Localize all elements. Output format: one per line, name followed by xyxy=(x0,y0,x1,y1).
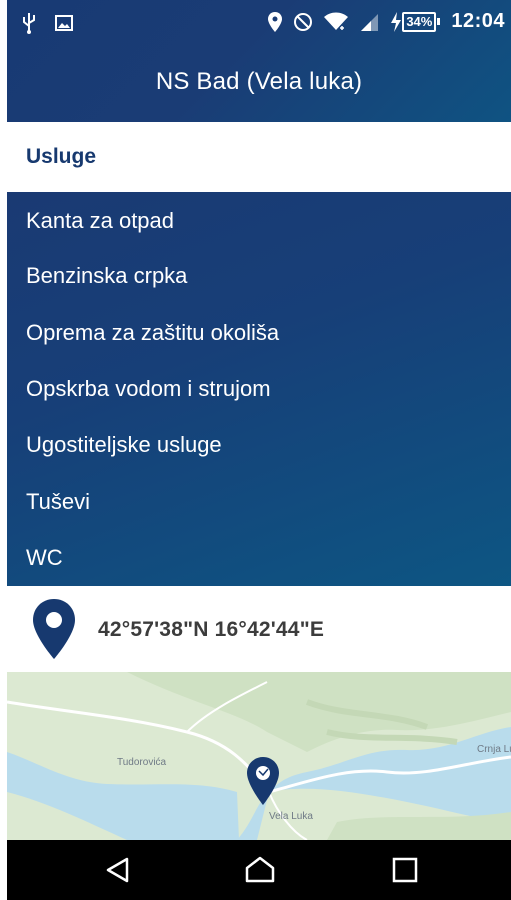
services-header-label: Usluge xyxy=(26,145,97,168)
page-title: NS Bad (Vela luka) xyxy=(155,68,363,95)
list-item[interactable]: Ugostiteljske usluge xyxy=(7,417,511,473)
app-screen: 34% 12:04 NS Bad (Vela luka) Usluge Kant… xyxy=(7,0,511,900)
status-bar: 34% 12:04 xyxy=(7,0,511,48)
map-label-tudorovica: Tudorovića xyxy=(117,757,167,768)
battery-level: 34% xyxy=(402,11,437,32)
list-item[interactable]: Tuševi xyxy=(7,473,511,529)
top-bar: 34% 12:04 NS Bad (Vela luka) xyxy=(7,0,511,122)
list-item[interactable]: Benzinska crpka xyxy=(7,248,511,304)
map-label-crnja-luka: Crnja Lu xyxy=(477,744,511,755)
services-header: Usluge xyxy=(7,122,511,192)
back-icon[interactable] xyxy=(103,855,133,890)
location-row[interactable]: 42°57'38"N 16°42'44"E xyxy=(7,586,511,672)
image-icon xyxy=(55,15,73,31)
usb-icon xyxy=(21,12,37,34)
wifi-icon xyxy=(324,12,349,32)
map-label-vela-luka: Vela Luka xyxy=(269,811,313,822)
coordinates-text: 42°57'38"N 16°42'44"E xyxy=(98,618,325,641)
do-not-disturb-icon xyxy=(293,12,313,32)
list-item[interactable]: Opskrba vodom i strujom xyxy=(7,361,511,417)
list-item[interactable]: WC xyxy=(7,530,511,586)
clock: 12:04 xyxy=(451,10,505,32)
list-item[interactable]: Kanta za otpad xyxy=(7,192,511,248)
map-view[interactable]: Tudorovića Vela Luka Crnja Lu xyxy=(7,672,511,840)
services-list: Kanta za otpad Benzinska crpka Oprema za… xyxy=(7,192,511,586)
location-icon xyxy=(268,11,283,32)
battery-indicator: 34% xyxy=(390,11,441,32)
signal-icon xyxy=(359,12,379,32)
recents-icon[interactable] xyxy=(391,855,419,890)
map-image: Tudorovića Vela Luka Crnja Lu xyxy=(7,672,511,840)
home-icon[interactable] xyxy=(244,855,276,890)
charging-icon xyxy=(390,11,402,32)
system-nav-bar xyxy=(7,840,511,900)
list-item[interactable]: Oprema za zaštitu okoliša xyxy=(7,305,511,361)
map-pin-icon xyxy=(32,599,76,664)
